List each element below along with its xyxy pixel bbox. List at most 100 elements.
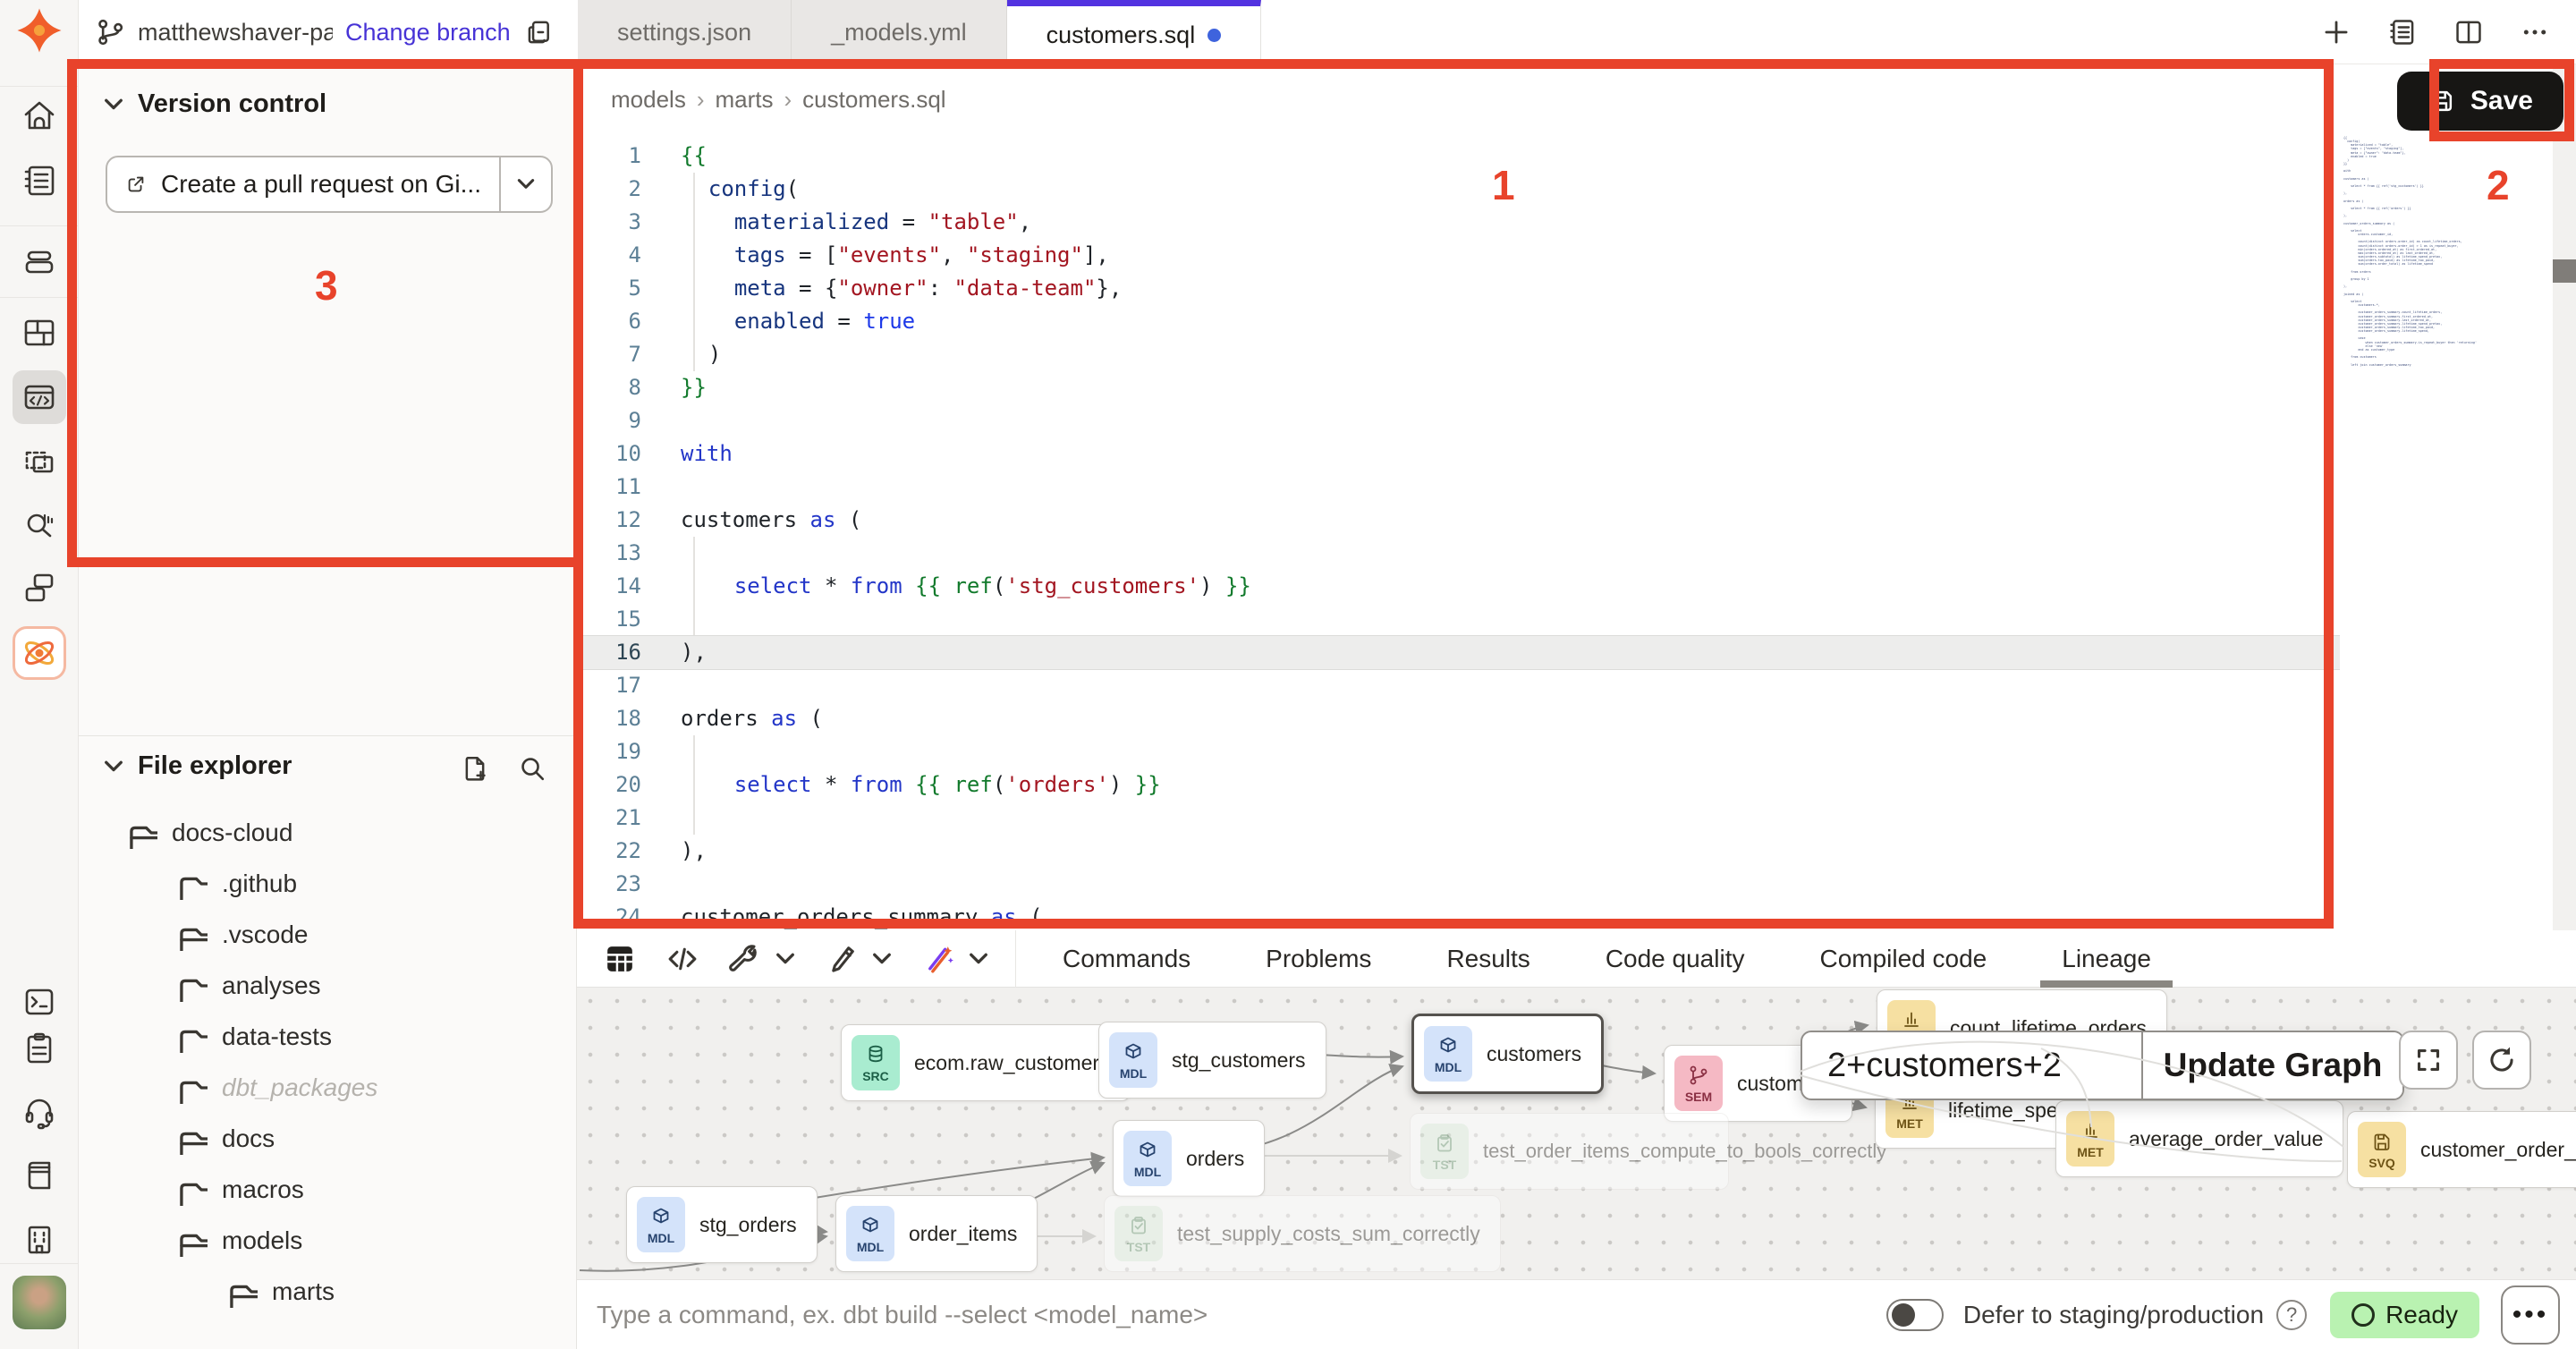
user-avatar[interactable]: [13, 1276, 66, 1329]
chevron-down-icon[interactable]: [870, 947, 894, 971]
lineage-node-ecom.raw_customers[interactable]: SRCecom.raw_customers: [841, 1024, 1131, 1101]
create-pr-button-main[interactable]: Create a pull request on Gi...: [107, 157, 499, 211]
code-line-3[interactable]: 3 materialized = "table",: [577, 206, 2340, 239]
rail-notebook-button[interactable]: [13, 154, 66, 208]
create-pr-dropdown[interactable]: [499, 157, 551, 211]
panel-tab-compiled-code[interactable]: Compiled code: [1819, 930, 1987, 988]
panel-tab-lineage[interactable]: Lineage: [2062, 930, 2151, 988]
new-file-icon[interactable]: [460, 753, 490, 784]
code-line-6[interactable]: 6 enabled = true: [577, 305, 2340, 338]
dbt-logo[interactable]: [13, 4, 66, 57]
code-line-16[interactable]: 16),: [577, 636, 2340, 669]
code-line-19[interactable]: 19: [577, 735, 2340, 768]
code-line-17[interactable]: 17: [577, 669, 2340, 702]
rail-checklist-button[interactable]: [13, 1022, 66, 1075]
defer-toggle[interactable]: [1886, 1299, 1944, 1331]
minimap[interactable]: {{ config( materialized = "table", tags …: [2343, 136, 2551, 367]
split-pane-icon[interactable]: [2453, 16, 2485, 48]
lineage-selector-input[interactable]: 2+customers+2: [1802, 1032, 2141, 1099]
chevron-down-icon[interactable]: [774, 947, 797, 971]
tree-item-analyses[interactable]: analyses: [79, 960, 576, 1011]
rail-home-button[interactable]: [13, 89, 66, 143]
search-icon[interactable]: [517, 753, 547, 784]
code-line-8[interactable]: 8}}: [577, 371, 2340, 404]
code-line-10[interactable]: 10with: [577, 437, 2340, 471]
lineage-node-stg_orders[interactable]: MDLstg_orders: [626, 1186, 818, 1263]
code-line-11[interactable]: 11: [577, 471, 2340, 504]
more-options-icon[interactable]: [2519, 16, 2551, 48]
panel-tab-problems[interactable]: Problems: [1266, 930, 1371, 988]
update-graph-button[interactable]: Update Graph: [2141, 1032, 2402, 1099]
tab-customers.sql[interactable]: customers.sql: [1007, 0, 1262, 64]
lineage-node-test_supply_costs_sum_correctly[interactable]: TSTtest_supply_costs_sum_correctly: [1104, 1195, 1501, 1272]
code-line-24[interactable]: 24customer_orders_summary as (: [577, 901, 2340, 934]
file-explorer-header[interactable]: File explorer: [102, 751, 292, 781]
code-line-7[interactable]: 7 ): [577, 338, 2340, 371]
scrollbar-thumb[interactable]: [2553, 259, 2576, 283]
create-pr-button[interactable]: Create a pull request on Gi...: [106, 156, 553, 213]
copy-icon[interactable]: [523, 16, 555, 48]
lineage-refresh-button[interactable]: [2472, 1031, 2531, 1090]
save-button[interactable]: Save: [2397, 72, 2563, 131]
rail-explore-button[interactable]: [13, 497, 66, 551]
panel-tab-commands[interactable]: Commands: [1063, 930, 1191, 988]
tab-_models.yml[interactable]: _models.yml: [792, 0, 1007, 64]
rail-terminal-button[interactable]: [13, 975, 66, 1029]
status-more-button[interactable]: •••: [2501, 1285, 2560, 1345]
code-line-15[interactable]: 15: [577, 603, 2340, 636]
code-view-icon[interactable]: [665, 941, 700, 977]
lineage-fullscreen-button[interactable]: [2399, 1031, 2458, 1090]
chevron-down-icon[interactable]: [967, 947, 990, 971]
code-line-13[interactable]: 13: [577, 537, 2340, 570]
tree-item-models[interactable]: models: [79, 1215, 576, 1266]
breadcrumb-part[interactable]: marts: [716, 86, 774, 114]
code-line-23[interactable]: 23: [577, 868, 2340, 901]
results-table-icon[interactable]: [602, 941, 638, 977]
lineage-node-average_order_value[interactable]: METaverage_order_value: [2055, 1100, 2343, 1177]
outline-icon[interactable]: [2386, 16, 2419, 48]
tree-item-macros[interactable]: macros: [79, 1164, 576, 1215]
version-control-header[interactable]: Version control: [102, 89, 326, 119]
editor-scrollbar[interactable]: [2553, 64, 2576, 930]
lineage-node-customer_order_metrics[interactable]: SVQcustomer_order_metrics: [2347, 1111, 2576, 1188]
new-tab-plus-icon[interactable]: [2320, 16, 2352, 48]
help-icon[interactable]: ?: [2276, 1300, 2307, 1330]
code-line-2[interactable]: 2 config(: [577, 173, 2340, 206]
lineage-node-orders[interactable]: MDLorders: [1113, 1120, 1265, 1197]
tree-item-marts[interactable]: marts: [79, 1266, 576, 1317]
ai-fix-wand-icon[interactable]: [920, 941, 956, 977]
tree-item-.github[interactable]: .github: [79, 858, 576, 909]
rail-frame-button[interactable]: [13, 435, 66, 488]
code-line-21[interactable]: 21: [577, 802, 2340, 835]
code-line-22[interactable]: 22),: [577, 835, 2340, 868]
tree-item-data-tests[interactable]: data-tests: [79, 1011, 576, 1062]
rail-organization-button[interactable]: [13, 1213, 66, 1267]
code-line-18[interactable]: 18orders as (: [577, 702, 2340, 735]
code-line-4[interactable]: 4 tags = ["events", "staging"],: [577, 239, 2340, 272]
build-wrench-icon[interactable]: [727, 941, 763, 977]
format-icon[interactable]: [824, 941, 860, 977]
rail-assist-button[interactable]: [13, 626, 66, 680]
tree-item-dbt_packages[interactable]: dbt_packages: [79, 1062, 576, 1113]
lineage-node-customers[interactable]: MDLcustomers: [1411, 1014, 1604, 1094]
rail-docs-button[interactable]: [13, 1149, 66, 1202]
code-line-14[interactable]: 14 select * from {{ ref('stg_customers')…: [577, 570, 2340, 603]
lineage-node-order_items[interactable]: MDLorder_items: [835, 1195, 1038, 1272]
code-line-5[interactable]: 5 meta = {"owner": "data-team"},: [577, 272, 2340, 305]
rail-drawer-button[interactable]: [13, 234, 66, 288]
rail-windows-button[interactable]: [13, 560, 66, 614]
rail-dashboard-button[interactable]: [13, 306, 66, 360]
tree-item-docs[interactable]: docs: [79, 1113, 576, 1164]
tree-item-.vscode[interactable]: .vscode: [79, 909, 576, 960]
command-input[interactable]: Type a command, ex. dbt build --select <…: [577, 1301, 1886, 1329]
panel-tab-code-quality[interactable]: Code quality: [1606, 930, 1745, 988]
change-branch-link[interactable]: Change branch: [345, 19, 511, 47]
tree-item-docs-cloud[interactable]: docs-cloud: [79, 807, 576, 858]
code-line-9[interactable]: 9: [577, 404, 2340, 437]
rail-code-editor-button[interactable]: [13, 370, 66, 424]
breadcrumb-part[interactable]: models: [611, 86, 686, 114]
lineage-canvas[interactable]: SRCecom.raw_customersMDLstg_customersMDL…: [577, 988, 2576, 1279]
panel-tab-results[interactable]: Results: [1446, 930, 1530, 988]
code-line-20[interactable]: 20 select * from {{ ref('orders') }}: [577, 768, 2340, 802]
code-lines[interactable]: 1{{2 config(3 materialized = "table",4 t…: [577, 140, 2340, 934]
